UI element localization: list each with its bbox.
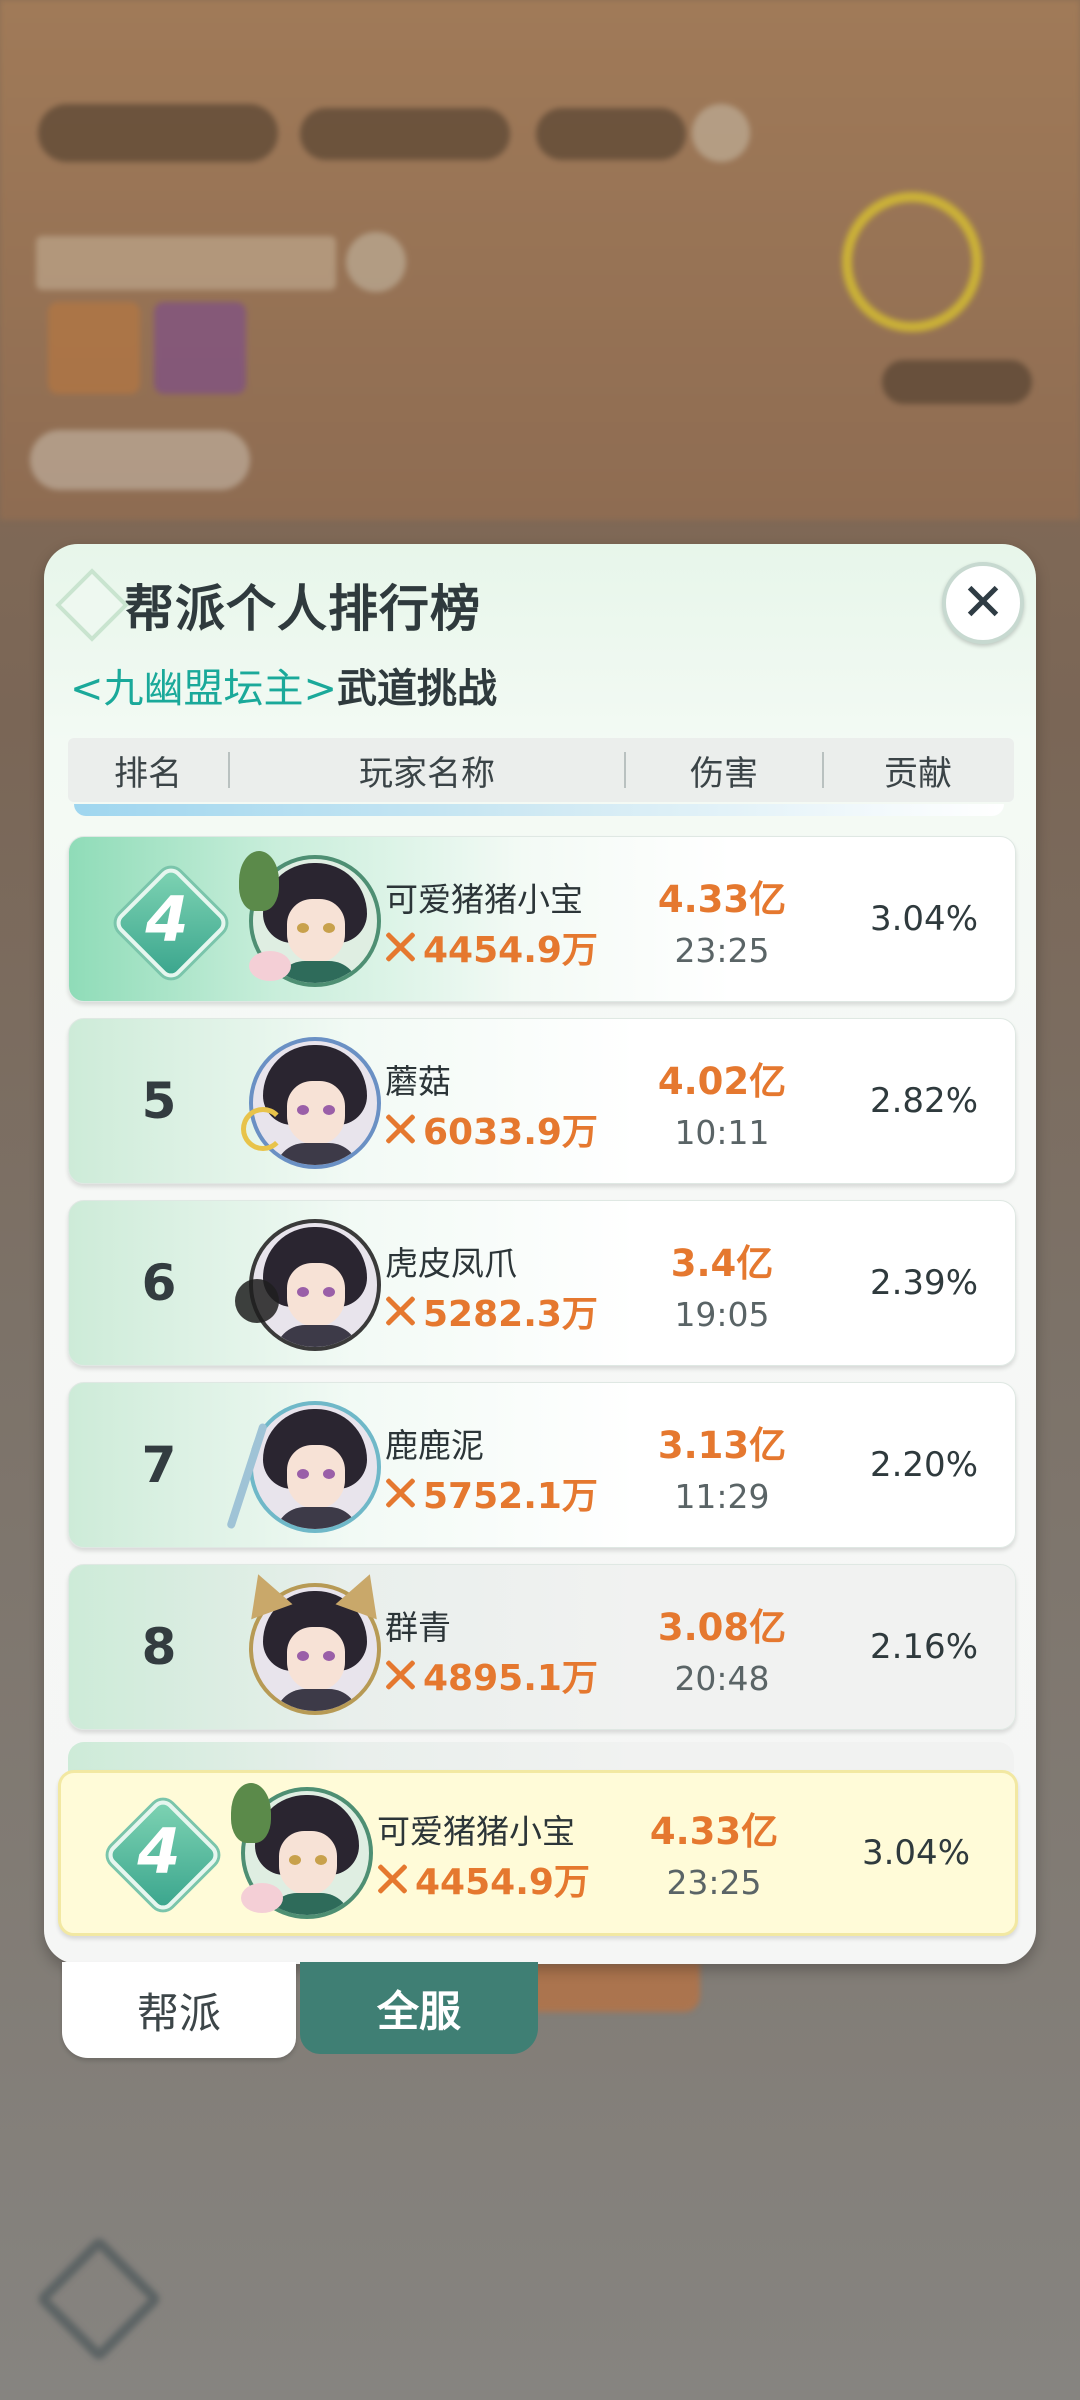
player-name: 蘑菇	[385, 1062, 451, 1101]
rank-number: 7	[141, 1436, 177, 1494]
crossed-swords-icon	[375, 1862, 409, 1896]
contribution-value: 2.20%	[869, 1445, 978, 1485]
damage-value: 4.33亿	[649, 1810, 779, 1853]
bg-item-tile	[154, 302, 246, 394]
damage-time: 23:25	[674, 931, 770, 970]
bg-orange-button	[520, 1962, 700, 2012]
combat-power-value: 6033.9万	[423, 1112, 598, 1153]
combat-power-value: 5282.3万	[423, 1294, 598, 1335]
player-name: 虎皮凤爪	[385, 1244, 517, 1283]
header-rank: 排名	[114, 753, 182, 794]
contribution-value: 2.16%	[869, 1627, 978, 1667]
damage-time: 10:11	[674, 1113, 770, 1152]
combat-power: 6033.9万	[383, 1107, 598, 1153]
ranking-row[interactable]: 5 蘑菇 6033.9万 4.02亿 10:11 2.82%	[68, 1018, 1016, 1184]
bg-glow-icon	[842, 192, 982, 332]
damage-time: 20:48	[674, 1659, 770, 1698]
crossed-swords-icon	[383, 1476, 417, 1510]
rank-number: 8	[141, 1618, 177, 1676]
player-name: 可爱猪猪小宝	[385, 880, 583, 919]
rank-number: 5	[141, 1072, 177, 1130]
moon-frame-icon	[241, 1107, 285, 1151]
combat-power-value: 5752.1万	[423, 1476, 598, 1517]
damage-time: 23:25	[666, 1863, 762, 1902]
bg-search-bar	[36, 236, 336, 290]
combat-power: 5282.3万	[383, 1289, 598, 1335]
bg-resource-pill	[536, 108, 686, 160]
bg-diamond-icon	[35, 2235, 163, 2363]
guild-ranking-dialog: 帮派个人排行榜 ✕ <九幽盟坛主>武道挑战 排名 玩家名称 伤害 贡献 4 可爱…	[44, 544, 1036, 1964]
bg-resource-pill	[38, 104, 278, 162]
damage-value: 3.4亿	[670, 1242, 774, 1285]
rank-badge: 4	[111, 863, 231, 983]
crossed-swords-icon	[383, 930, 417, 964]
table-header: 排名 玩家名称 伤害 贡献	[68, 738, 1014, 802]
crossed-swords-icon	[383, 1112, 417, 1146]
ranking-row[interactable]: 6 虎皮凤爪 5282.3万 3.4亿 19:05 2.39%	[68, 1200, 1016, 1366]
combat-power-value: 4454.9万	[415, 1862, 590, 1903]
combat-power: 4454.9万	[375, 1857, 590, 1903]
player-name: 群青	[385, 1608, 451, 1647]
contribution-value: 2.82%	[869, 1081, 978, 1121]
combat-power-value: 4454.9万	[423, 930, 598, 971]
tab-guild[interactable]: 帮派	[62, 1962, 296, 2058]
close-button[interactable]: ✕	[942, 562, 1024, 644]
avatar[interactable]	[235, 1219, 381, 1351]
tree-frame-icon	[239, 851, 279, 911]
ranking-row[interactable]: 7 鹿鹿泥 5752.1万 3.13亿 11:29 2.20%	[68, 1382, 1016, 1548]
rank-number: 4	[145, 882, 189, 956]
contribution-value: 2.39%	[869, 1263, 978, 1303]
contribution-value: 3.04%	[869, 899, 978, 939]
dialog-subtitle: <九幽盟坛主>武道挑战	[70, 656, 497, 714]
avatar[interactable]	[241, 1037, 381, 1169]
damage-value: 3.08亿	[657, 1606, 787, 1649]
damage-value: 4.33亿	[657, 878, 787, 921]
damage-time: 19:05	[674, 1295, 770, 1334]
player-name: 鹿鹿泥	[385, 1426, 484, 1465]
crossed-swords-icon	[383, 1658, 417, 1692]
damage-time: 11:29	[674, 1477, 770, 1516]
bunny-frame-icon	[249, 951, 291, 981]
avatar[interactable]	[237, 1566, 391, 1715]
ranking-row[interactable]: 8 群青 4895.1万 3.08亿 20:48 2.16%	[68, 1564, 1016, 1730]
ranking-row[interactable]: 4 可爱猪猪小宝 4454.9万 4.33亿 23:25 3.04%	[68, 836, 1016, 1002]
dialog-header: 帮派个人排行榜	[55, 568, 481, 642]
challenge-name: 武道挑战	[337, 666, 498, 712]
combat-power: 4454.9万	[383, 925, 598, 971]
header-contribution: 贡献	[884, 753, 952, 794]
bg-item-tile	[48, 302, 140, 394]
header-player-name: 玩家名称	[359, 753, 495, 794]
crossed-swords-icon	[383, 1294, 417, 1328]
tab-all-server[interactable]: 全服	[300, 1962, 538, 2054]
bg-resource-pill	[300, 108, 510, 160]
rank-number: 6	[141, 1254, 177, 1312]
ink-frame-icon	[235, 1279, 279, 1323]
scroll-indicator	[74, 804, 1004, 816]
combat-power: 5752.1万	[383, 1471, 598, 1517]
next-row-peek	[68, 1742, 1014, 1772]
avatar[interactable]	[231, 1783, 373, 1919]
bg-button	[30, 430, 250, 490]
close-icon: ✕	[961, 573, 1005, 633]
boss-name: <九幽盟坛主>	[70, 666, 338, 712]
tree-frame-icon	[231, 1783, 271, 1843]
my-ranking-row[interactable]: 4 可爱猪猪小宝 4454.9万 4.33亿 23:25 3.04%	[58, 1770, 1018, 1936]
diamond-deco-icon	[55, 568, 129, 642]
bg-search-icon	[346, 232, 406, 292]
rank-badge: 4	[103, 1795, 223, 1915]
avatar[interactable]	[239, 851, 381, 987]
dialog-title: 帮派个人排行榜	[124, 580, 481, 638]
damage-value: 4.02亿	[657, 1060, 787, 1103]
avatar[interactable]	[226, 1401, 381, 1533]
player-name: 可爱猪猪小宝	[377, 1812, 575, 1851]
bg-label	[882, 360, 1032, 404]
header-damage: 伤害	[690, 753, 758, 794]
combat-power: 4895.1万	[383, 1653, 598, 1699]
rank-number: 4	[137, 1814, 181, 1888]
damage-value: 3.13亿	[657, 1424, 787, 1467]
bg-add-icon	[692, 104, 750, 162]
bunny-frame-icon	[241, 1883, 283, 1913]
contribution-value: 3.04%	[861, 1833, 970, 1873]
combat-power-value: 4895.1万	[423, 1658, 598, 1699]
